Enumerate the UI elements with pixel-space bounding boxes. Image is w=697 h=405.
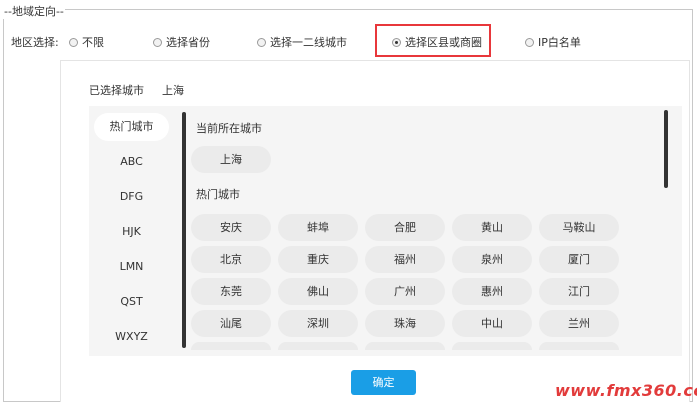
watermark-text: www.fmx360.com bbox=[555, 381, 697, 400]
city-chip[interactable]: 福州 bbox=[365, 246, 445, 273]
city-chip[interactable]: 惠州 bbox=[452, 278, 532, 305]
section-legend: --地域定向-- bbox=[3, 3, 65, 19]
city-chip[interactable]: 深圳 bbox=[278, 310, 358, 337]
radio-label: 不限 bbox=[82, 36, 104, 49]
radio-checked-icon bbox=[392, 37, 401, 47]
radio-label: 选择省份 bbox=[166, 36, 210, 49]
radio-label: 选择一二线城市 bbox=[270, 36, 347, 49]
radio-label: 选择区县或商圈 bbox=[405, 36, 482, 49]
selected-label: 已选择城市 bbox=[89, 84, 144, 97]
city-scrollbar[interactable] bbox=[664, 110, 668, 188]
current-city-chip[interactable]: 上海 bbox=[191, 146, 271, 173]
category-wxyz[interactable]: WXYZ bbox=[94, 323, 169, 351]
radio-circle-icon bbox=[153, 37, 162, 47]
city-chip-clipped[interactable] bbox=[191, 342, 271, 350]
city-chip-clipped[interactable] bbox=[539, 342, 619, 350]
region-label: 地区选择: bbox=[11, 36, 59, 49]
selected-city-line: 已选择城市 上海 bbox=[89, 82, 184, 98]
city-chip[interactable]: 中山 bbox=[452, 310, 532, 337]
radio-district[interactable]: 选择区县或商圈 bbox=[392, 34, 482, 50]
city-chip[interactable]: 合肥 bbox=[365, 214, 445, 241]
category-hot[interactable]: 热门城市 bbox=[94, 113, 169, 141]
site-watermark: www.fmx360.com bbox=[555, 381, 697, 400]
city-chip[interactable]: 蚌埠 bbox=[278, 214, 358, 241]
city-chip[interactable]: 东莞 bbox=[191, 278, 271, 305]
city-chip[interactable]: 兰州 bbox=[539, 310, 619, 337]
city-chip[interactable]: 广州 bbox=[365, 278, 445, 305]
city-chip[interactable]: 汕尾 bbox=[191, 310, 271, 337]
city-chip[interactable]: 江门 bbox=[539, 278, 619, 305]
city-chip-clipped[interactable] bbox=[278, 342, 358, 350]
city-chip[interactable]: 重庆 bbox=[278, 246, 358, 273]
city-chip-clipped[interactable] bbox=[365, 342, 445, 350]
radio-ip-whitelist[interactable]: IP白名单 bbox=[525, 34, 581, 50]
radio-unlimited[interactable]: 不限 bbox=[69, 34, 104, 50]
category-abc[interactable]: ABC bbox=[94, 148, 169, 176]
category-lmn[interactable]: LMN bbox=[94, 253, 169, 281]
city-chip[interactable]: 北京 bbox=[191, 246, 271, 273]
hot-cities-title: 热门城市 bbox=[196, 188, 240, 201]
radio-tier-city[interactable]: 选择一二线城市 bbox=[257, 34, 347, 50]
city-chip-clipped[interactable] bbox=[452, 342, 532, 350]
category-hjk[interactable]: HJK bbox=[94, 218, 169, 246]
city-chip[interactable]: 厦门 bbox=[539, 246, 619, 273]
radio-label: IP白名单 bbox=[538, 36, 581, 49]
city-chip[interactable]: 马鞍山 bbox=[539, 214, 619, 241]
category-scrollbar[interactable] bbox=[182, 112, 186, 348]
confirm-button[interactable]: 确定 bbox=[351, 370, 416, 395]
category-dfg[interactable]: DFG bbox=[94, 183, 169, 211]
city-chip[interactable]: 佛山 bbox=[278, 278, 358, 305]
city-chip[interactable]: 安庆 bbox=[191, 214, 271, 241]
radio-circle-icon bbox=[525, 37, 534, 47]
radio-circle-icon bbox=[257, 37, 266, 47]
category-qst[interactable]: QST bbox=[94, 288, 169, 316]
city-chip[interactable]: 黄山 bbox=[452, 214, 532, 241]
city-chip[interactable]: 珠海 bbox=[365, 310, 445, 337]
city-chip[interactable]: 泉州 bbox=[452, 246, 532, 273]
selected-value: 上海 bbox=[162, 84, 184, 97]
current-city-title: 当前所在城市 bbox=[196, 122, 262, 135]
radio-circle-icon bbox=[69, 37, 78, 47]
radio-province[interactable]: 选择省份 bbox=[153, 34, 210, 50]
